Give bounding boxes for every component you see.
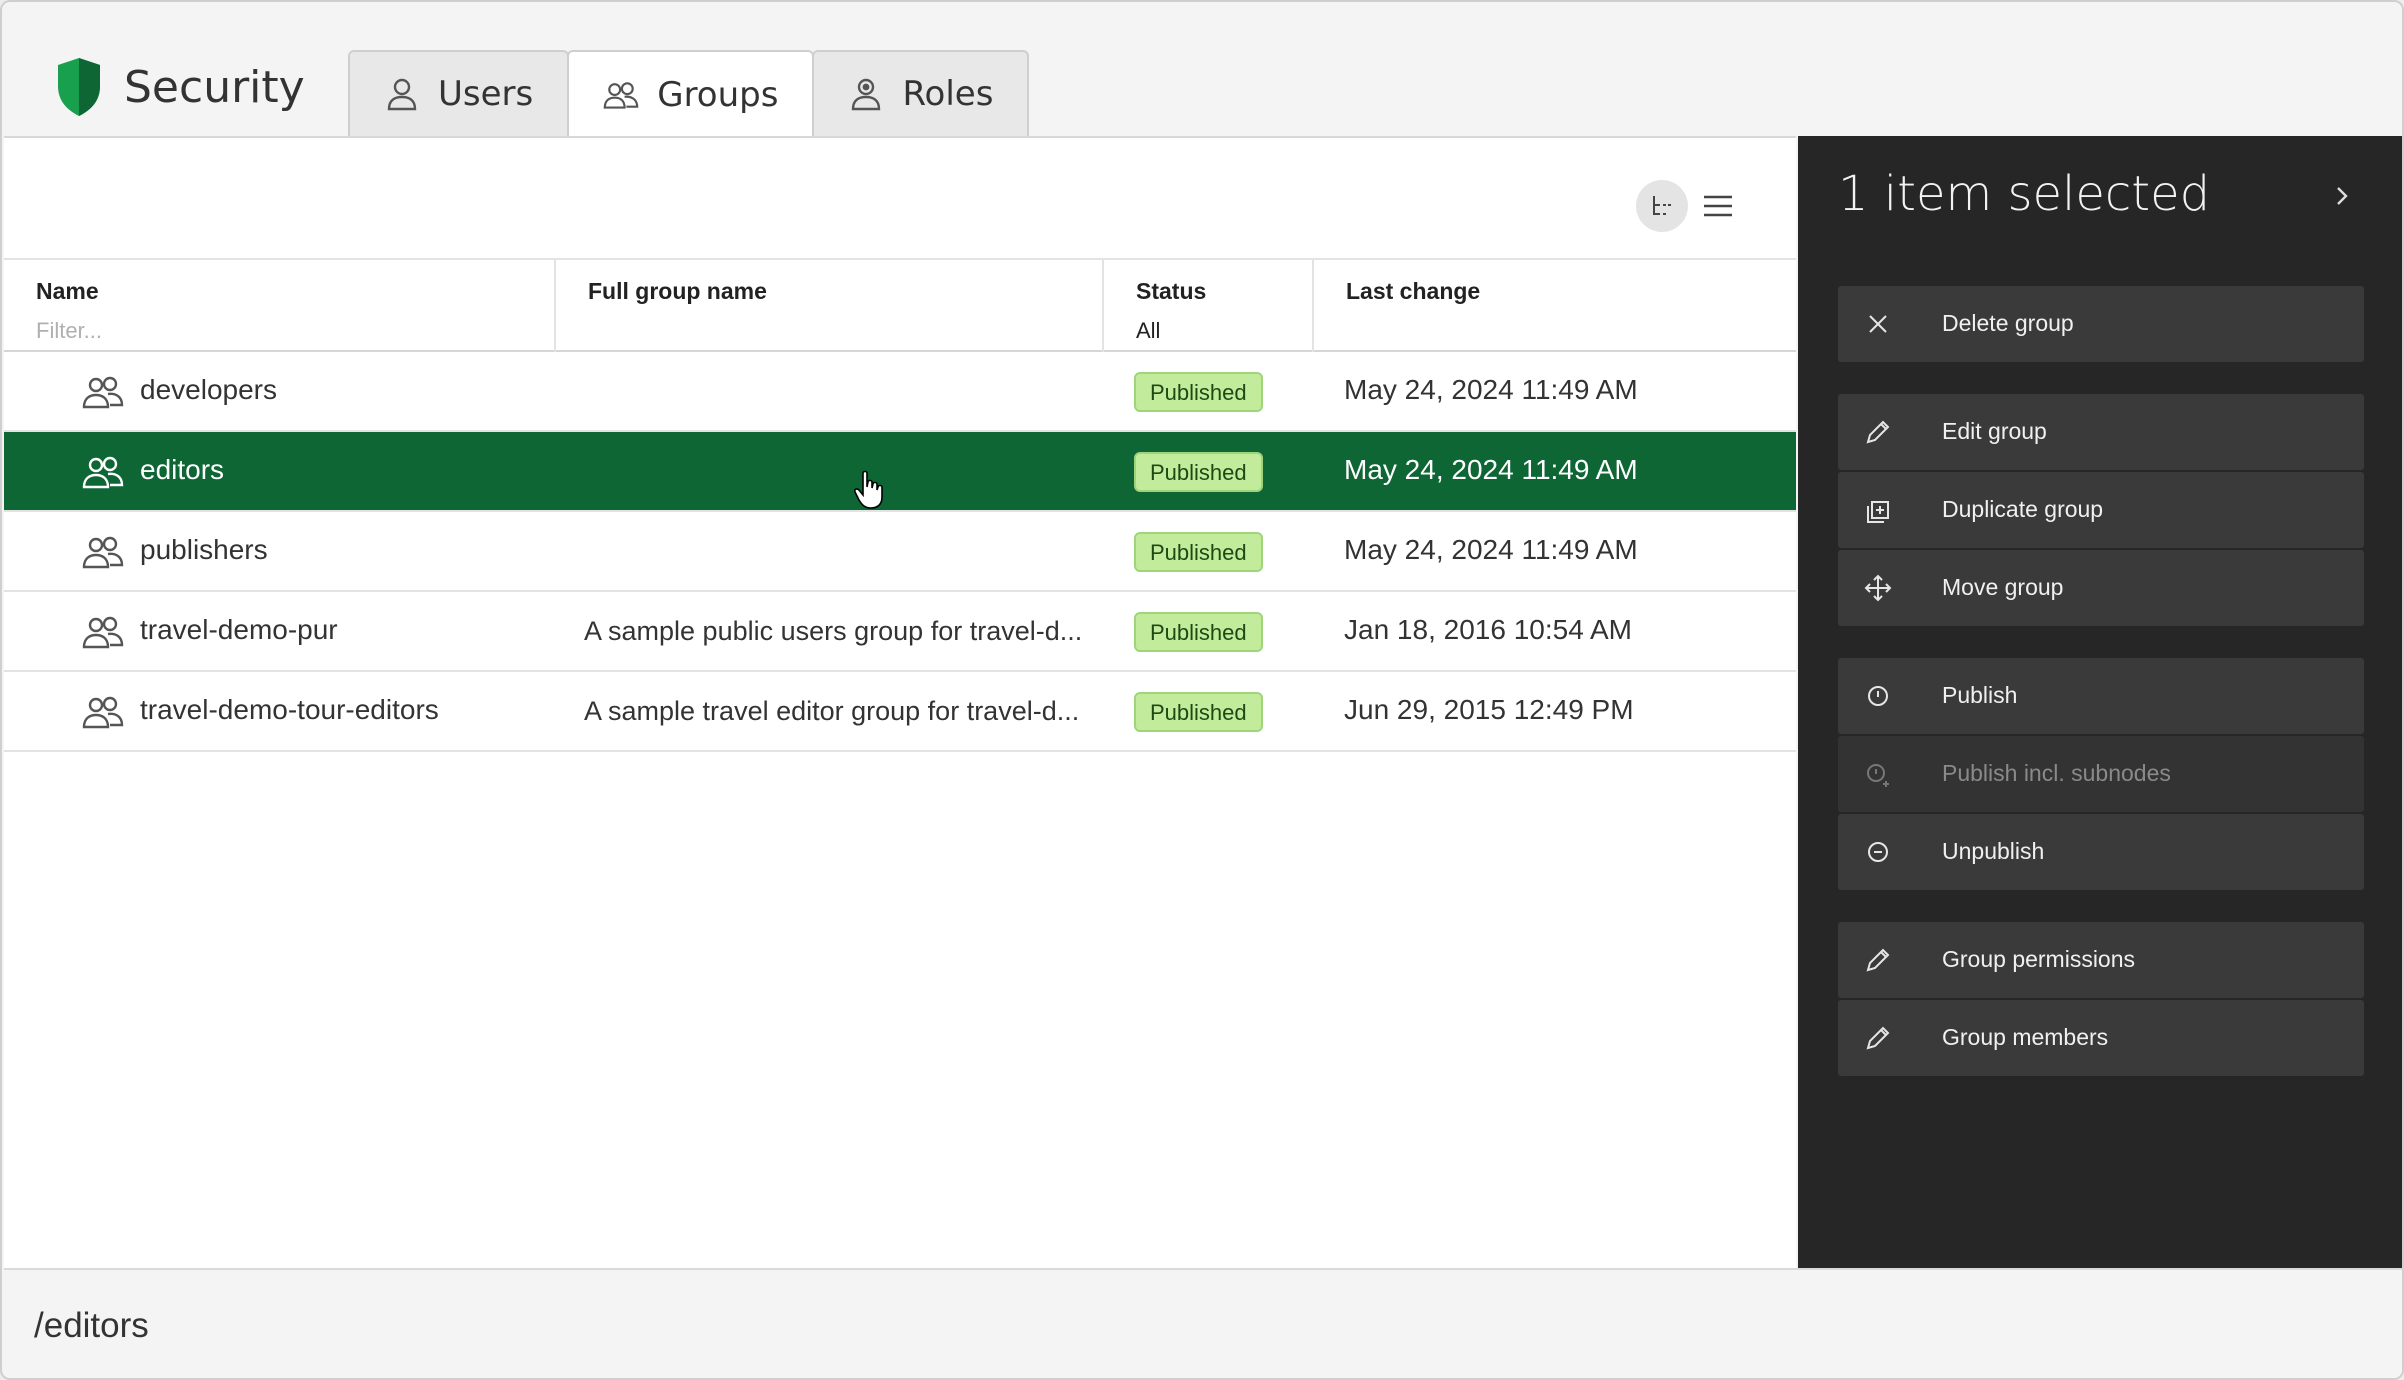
last-change: May 24, 2024 11:49 AM	[1344, 534, 1638, 565]
group-icon	[82, 374, 124, 410]
tab-groups-label: Groups	[657, 75, 779, 115]
hand-cursor-icon	[854, 470, 883, 509]
action-label: Unpublish	[1942, 838, 2045, 864]
role-icon	[852, 78, 881, 111]
action-label: Edit group	[1942, 418, 2047, 444]
action-label: Group members	[1942, 1024, 2109, 1050]
action-group-members[interactable]: Group members	[1838, 1000, 2364, 1076]
status-badge: Published	[1134, 612, 1263, 652]
action-move-group[interactable]: Move group	[1838, 550, 2364, 626]
list-view-button[interactable]	[1692, 180, 1744, 232]
table-row[interactable]: publishers May 24, 2024 11:49 AM Published	[4, 512, 1796, 592]
action-delete-group[interactable]: Delete group	[1838, 286, 2364, 362]
last-change: Jan 18, 2016 10:54 AM	[1344, 614, 1632, 645]
group-icon	[82, 694, 124, 730]
tab-users-label: Users	[438, 74, 534, 114]
status-badge: Published	[1134, 372, 1263, 412]
tree-view-icon	[1653, 196, 1671, 215]
chevron-right-icon[interactable]	[2330, 184, 2354, 208]
action-publish-incl-subnodes: Publish incl. subnodes	[1838, 736, 2364, 812]
column-status[interactable]: Status All	[1104, 260, 1312, 352]
last-change: May 24, 2024 11:49 AM	[1344, 454, 1638, 485]
column-lastchange[interactable]: Last change	[1314, 260, 1794, 352]
column-fullname[interactable]: Full group name	[556, 260, 1104, 352]
name-filter-input[interactable]: Filter...	[36, 318, 102, 344]
full-group-name: A sample travel editor group for travel-…	[584, 696, 1080, 726]
status-footer: /editors	[4, 1268, 2402, 1378]
list-view-icon	[1704, 195, 1732, 217]
group-name: travel-demo-pur	[140, 614, 338, 645]
user-icon	[387, 78, 417, 111]
group-icon	[82, 454, 124, 490]
action-label: Group permissions	[1942, 946, 2136, 972]
tab-roles[interactable]: Roles	[812, 50, 1030, 136]
action-label: Duplicate group	[1942, 496, 2104, 522]
column-name-label: Name	[36, 278, 99, 304]
group-name: publishers	[140, 534, 268, 565]
action-edit-group[interactable]: Edit group	[1838, 394, 2364, 470]
action-publish[interactable]: Publish	[1838, 658, 2364, 734]
action-unpublish[interactable]: Unpublish	[1838, 814, 2364, 890]
column-status-label: Status	[1136, 278, 1207, 304]
action-duplicate-group[interactable]: Duplicate group	[1838, 472, 2364, 548]
full-group-name: A sample public users group for travel-d…	[584, 616, 1083, 646]
status-badge: Published	[1134, 692, 1263, 732]
action-label: Move group	[1942, 574, 2064, 600]
header: Security Users Groups Roles	[2, 2, 2402, 138]
action-label: Publish	[1942, 682, 2018, 708]
table-row[interactable]: developers May 24, 2024 11:49 AM Published	[4, 352, 1796, 432]
content-area: Name Filter... Full group name Status Al…	[4, 136, 1796, 1268]
action-label: Publish incl. subnodes	[1942, 760, 2171, 786]
table-row[interactable]: travel-demo-pur A sample public users gro…	[4, 592, 1796, 672]
selected-path: /editors	[34, 1306, 149, 1345]
view-switcher	[1636, 180, 1744, 232]
status-filter-select[interactable]: All	[1136, 318, 1160, 344]
group-name: editors	[140, 454, 225, 485]
status-badge: Published	[1134, 532, 1263, 572]
tab-roles-label: Roles	[902, 74, 994, 114]
table-row[interactable]: travel-demo-tour-editors A sample travel …	[4, 672, 1796, 752]
last-change: Jun 29, 2015 12:49 PM	[1344, 694, 1634, 725]
group-name: travel-demo-tour-editors	[140, 694, 439, 725]
group-icon	[82, 534, 124, 570]
action-group-permissions[interactable]: Group permissions	[1838, 922, 2364, 998]
grid-header: Name Filter... Full group name Status Al…	[4, 258, 1796, 352]
tree-view-button[interactable]	[1636, 180, 1688, 232]
selection-count: 1 item selected	[1838, 166, 2211, 222]
app-window: Security Users Groups Roles Name Filter.…	[0, 0, 2404, 1380]
column-name[interactable]: Name Filter...	[4, 260, 554, 352]
actionbar-panel: 1 item selected Delete group Edit group Du…	[1798, 136, 2402, 1268]
table-row[interactable]: editors May 24, 2024 11:49 AM Published	[4, 432, 1796, 512]
app-title: Security	[124, 61, 305, 113]
group-icon	[82, 614, 124, 650]
action-label: Delete group	[1942, 310, 2074, 336]
app-brand: Security	[54, 54, 305, 120]
shield-icon	[58, 58, 100, 116]
group-name: developers	[140, 374, 277, 405]
tab-groups[interactable]: Groups	[567, 50, 815, 138]
group-icon	[603, 82, 639, 109]
column-fullname-label: Full group name	[588, 278, 767, 304]
tab-bar: Users Groups Roles	[348, 50, 1030, 138]
status-badge: Published	[1134, 452, 1263, 492]
column-lastchange-label: Last change	[1346, 278, 1481, 304]
last-change: May 24, 2024 11:49 AM	[1344, 374, 1638, 405]
tab-users[interactable]: Users	[348, 50, 570, 136]
